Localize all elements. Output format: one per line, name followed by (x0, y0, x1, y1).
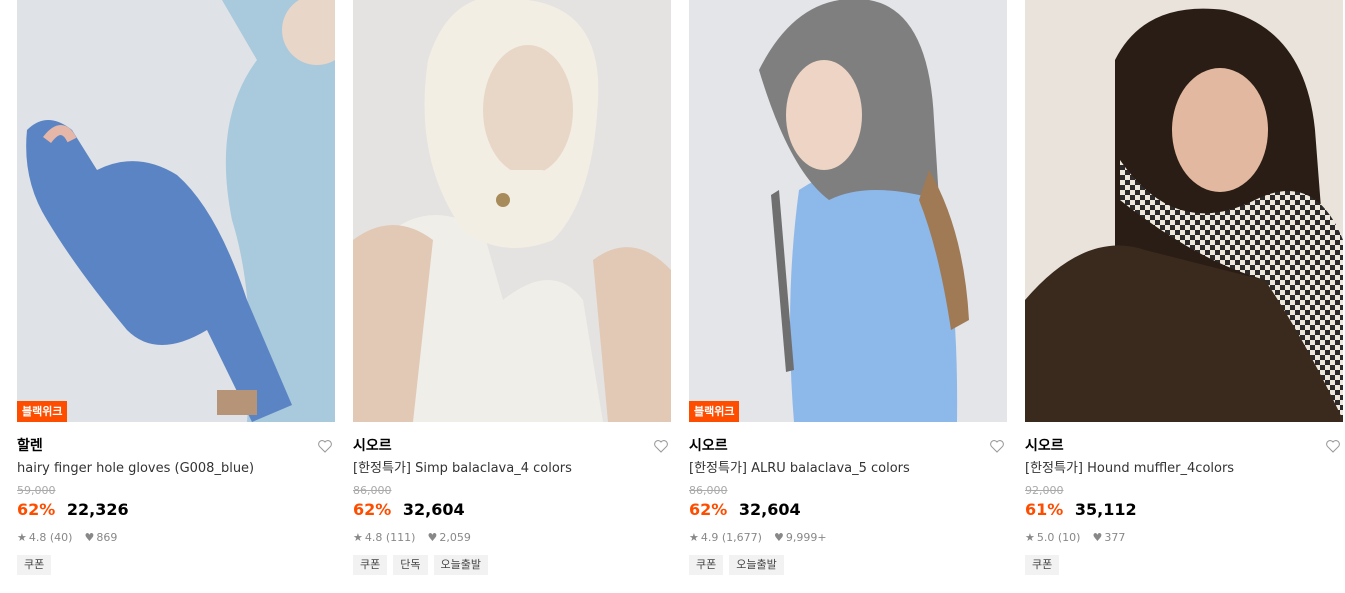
product-name[interactable]: [한정특가] ALRU balaclava_5 colors (689, 459, 1007, 479)
discount-rate: 62% (689, 500, 728, 519)
product-grid: 블랙위크 할렌 hairy finger hole gloves (G008_b… (17, 0, 1343, 575)
tag-coupon: 쿠폰 (1025, 555, 1060, 575)
product-name[interactable]: [한정특가] Simp balaclava_4 colors (353, 459, 671, 479)
discount-rate: 62% (17, 500, 56, 519)
original-price: 59,000 (17, 484, 56, 497)
product-image[interactable] (1025, 0, 1343, 422)
like-count: 377 (1104, 531, 1126, 544)
rating: 4.8 (40) (28, 531, 73, 544)
like-count: 869 (96, 531, 118, 544)
heart-filled-icon: ♥ (1092, 531, 1103, 544)
discount-rate: 61% (1025, 500, 1064, 519)
star-icon: ★ (689, 531, 699, 544)
like-count: 9,999+ (785, 531, 827, 544)
product-name[interactable]: hairy finger hole gloves (G008_blue) (17, 459, 335, 479)
heart-outline-icon[interactable] (989, 438, 1005, 454)
sale-price: 35,112 (1074, 500, 1137, 519)
product-photo (353, 0, 671, 422)
promo-badge: 블랙위크 (689, 401, 740, 422)
product-photo (17, 0, 335, 422)
sale-price: 22,326 (66, 500, 129, 519)
product-name[interactable]: [한정특가] Hound muffler_4colors (1025, 459, 1343, 479)
rating: 4.8 (111) (364, 531, 416, 544)
product-photo (689, 0, 1007, 422)
brand-name[interactable]: 할렌 (17, 434, 335, 458)
product-image[interactable]: 블랙위크 (17, 0, 335, 422)
product-card[interactable]: 블랙위크 할렌 hairy finger hole gloves (G008_b… (17, 0, 335, 575)
product-photo (1025, 0, 1343, 422)
discount-rate: 62% (353, 500, 392, 519)
tag-ships-today: 오늘출발 (729, 555, 784, 575)
brand-name[interactable]: 시오르 (1025, 434, 1343, 458)
original-price: 92,000 (1025, 484, 1064, 497)
promo-badge: 블랙위크 (17, 401, 68, 422)
tag-coupon: 쿠폰 (353, 555, 388, 575)
heart-filled-icon: ♥ (773, 531, 784, 544)
rating: 5.0 (10) (1036, 531, 1081, 544)
like-count: 2,059 (439, 531, 471, 544)
heart-outline-icon[interactable] (317, 438, 333, 454)
original-price: 86,000 (689, 484, 728, 497)
original-price: 86,000 (353, 484, 392, 497)
tag-exclusive: 단독 (393, 555, 428, 575)
product-card[interactable]: 시오르 [한정특가] Simp balaclava_4 colors 86,00… (353, 0, 671, 575)
brand-name[interactable]: 시오르 (353, 434, 671, 458)
tag-coupon: 쿠폰 (17, 555, 52, 575)
heart-outline-icon[interactable] (653, 438, 669, 454)
product-image[interactable] (353, 0, 671, 422)
sale-price: 32,604 (738, 500, 801, 519)
tag-ships-today: 오늘출발 (433, 555, 488, 575)
rating: 4.9 (1,677) (700, 531, 762, 544)
star-icon: ★ (1025, 531, 1035, 544)
product-card[interactable]: 시오르 [한정특가] Hound muffler_4colors 92,000 … (1025, 0, 1343, 575)
star-icon: ★ (17, 531, 27, 544)
product-card[interactable]: 블랙위크 시오르 [한정특가] ALRU balaclava_5 colors … (689, 0, 1007, 575)
heart-outline-icon[interactable] (1325, 438, 1341, 454)
product-image[interactable]: 블랙위크 (689, 0, 1007, 422)
tag-coupon: 쿠폰 (689, 555, 724, 575)
brand-name[interactable]: 시오르 (689, 434, 1007, 458)
heart-filled-icon: ♥ (84, 531, 95, 544)
heart-filled-icon: ♥ (427, 531, 438, 544)
star-icon: ★ (353, 531, 363, 544)
sale-price: 32,604 (402, 500, 465, 519)
